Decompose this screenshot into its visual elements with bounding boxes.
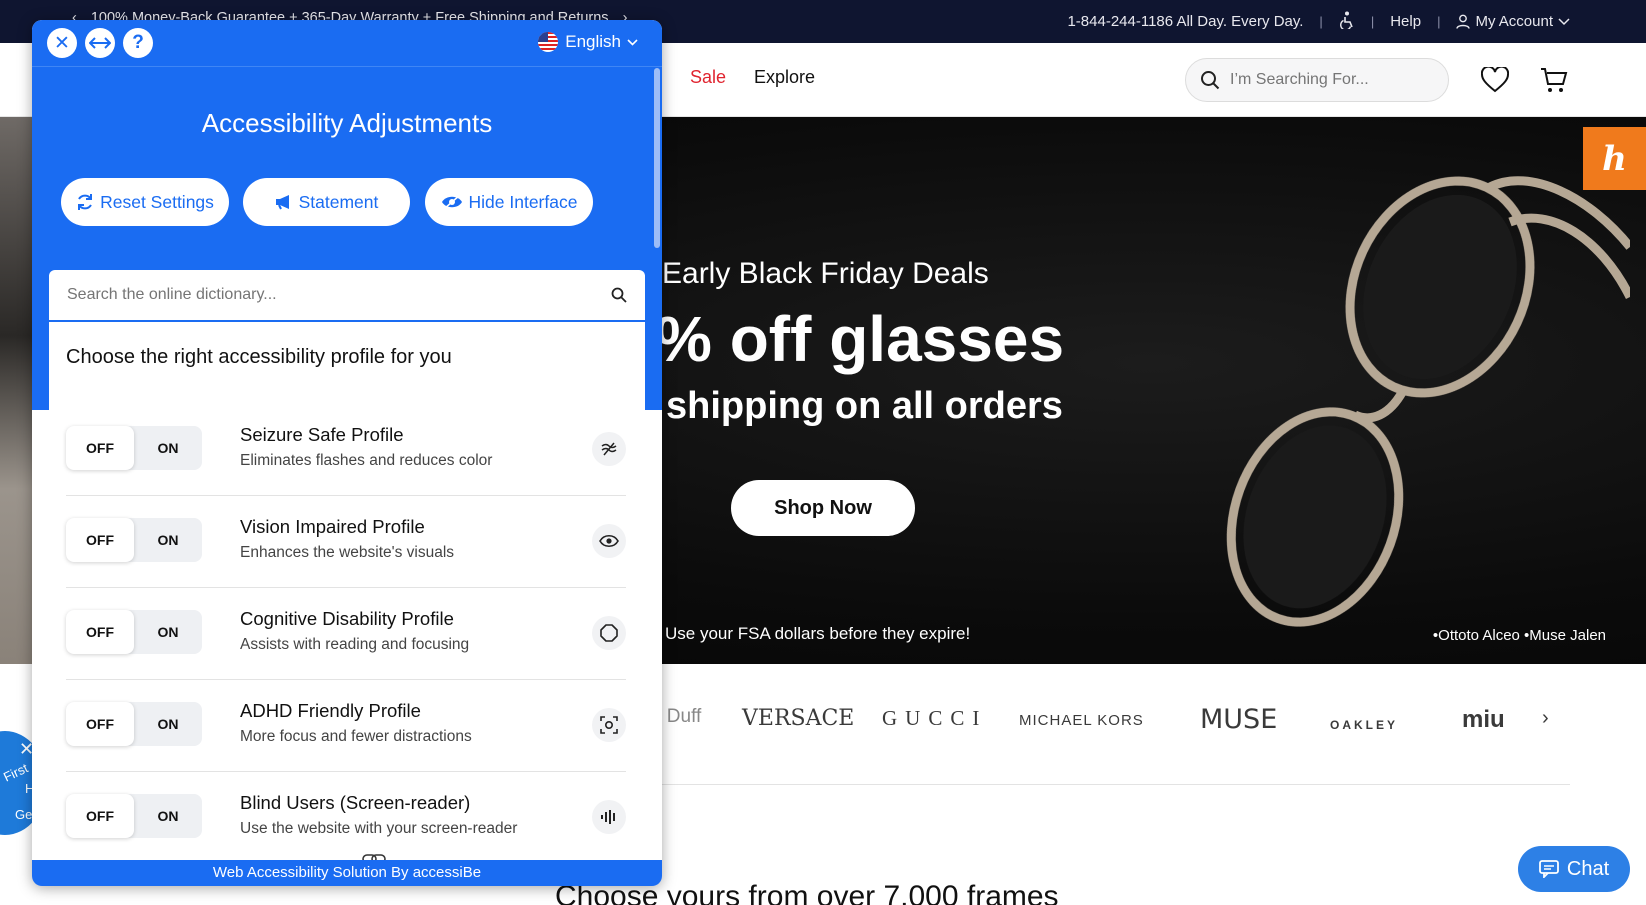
profile-name: Blind Users (Screen-reader)	[240, 792, 471, 813]
hide-interface-button[interactable]: Hide Interface	[425, 178, 593, 226]
refresh-icon	[78, 194, 93, 210]
phone-number[interactable]: 1-844-244-1186 All Day. Every Day.	[1067, 13, 1303, 30]
accessibility-toolbar: ✕ ? English	[32, 20, 662, 67]
megaphone-icon	[275, 195, 289, 210]
nav-explore-link[interactable]: Explore	[754, 67, 815, 88]
separator: |	[1437, 14, 1441, 29]
chevron-down-icon	[627, 38, 638, 46]
profile-name: Cognitive Disability Profile	[240, 608, 454, 629]
profile-description: Use the website with your screen-reader	[240, 820, 518, 837]
fsa-note: Use your FSA dollars before they expire!	[665, 624, 971, 643]
toggle-on[interactable]: ON	[134, 702, 202, 746]
cart-icon[interactable]	[1539, 65, 1569, 95]
statement-label: Statement	[298, 191, 379, 212]
profile-description: Assists with reading and focusing	[240, 636, 470, 653]
accessibility-footer-link[interactable]: Web Accessibility Solution By accessiBe	[32, 860, 662, 886]
chat-bubble-icon	[1538, 860, 1559, 878]
language-selector[interactable]: English	[537, 31, 638, 53]
profile-toggle[interactable]: OFF ON	[66, 518, 202, 562]
toggle-off[interactable]: OFF	[66, 702, 134, 746]
language-label: English	[565, 32, 621, 51]
toggle-on[interactable]: ON	[134, 610, 202, 654]
hide-interface-label: Hide Interface	[468, 191, 578, 212]
separator: |	[1319, 14, 1323, 29]
profile-name: Seizure Safe Profile	[240, 424, 404, 445]
toggle-off[interactable]: OFF	[66, 794, 134, 838]
nav-sale-link[interactable]: Sale	[690, 67, 726, 88]
bolt-icon	[592, 432, 626, 466]
toggle-off[interactable]: OFF	[66, 518, 134, 562]
brands-carousel: y Duff VERSACE GUCCI MICHAEL KORS MUSE O…	[640, 690, 1570, 750]
toggle-on[interactable]: ON	[134, 794, 202, 838]
panel-title: Accessibility Adjustments	[201, 108, 493, 138]
profile-description: Eliminates flashes and reduces color	[240, 452, 493, 469]
brand-logo[interactable]: GUCCI	[882, 706, 987, 731]
help-icon[interactable]: ?	[123, 28, 153, 58]
dictionary-search-input[interactable]	[67, 286, 611, 304]
hero-subtitle: shipping on all orders	[666, 385, 1063, 427]
toggle-on[interactable]: ON	[134, 426, 202, 470]
my-account-label: My Account	[1475, 13, 1553, 30]
reset-settings-label: Reset Settings	[100, 191, 214, 212]
honey-extension-icon[interactable]: h	[1583, 127, 1646, 190]
brand-logo[interactable]: miu	[1462, 706, 1505, 734]
statement-button[interactable]: Statement	[243, 178, 410, 226]
site-search-box[interactable]	[1185, 58, 1449, 102]
toggle-off[interactable]: OFF	[66, 426, 134, 470]
hero-pretitle: Early Black Friday Deals	[662, 257, 989, 290]
badge-text: Ge	[15, 807, 33, 822]
profile-toggle[interactable]: OFF ON	[66, 610, 202, 654]
brand-logo[interactable]: OAKLEY	[1330, 718, 1398, 732]
focus-icon	[592, 708, 626, 742]
shop-now-button[interactable]: Shop Now	[731, 480, 915, 536]
audio-icon	[592, 800, 626, 834]
dictionary-search[interactable]	[49, 270, 645, 322]
brand-logo[interactable]: VERSACE	[742, 706, 854, 731]
chevron-down-icon	[1558, 17, 1570, 25]
us-flag-icon	[538, 32, 559, 52]
site-search-input[interactable]	[1230, 71, 1430, 89]
toggle-on[interactable]: ON	[134, 518, 202, 562]
my-account-menu[interactable]: My Account	[1456, 13, 1570, 30]
move-panel-icon[interactable]	[85, 28, 115, 58]
profile-toggle[interactable]: OFF ON	[66, 702, 202, 746]
accessibility-icon[interactable]	[1339, 11, 1355, 33]
profile-row-adhd: OFF ON ADHD Friendly Profile More focus …	[66, 680, 626, 772]
brand-logo[interactable]: MUSE	[1200, 704, 1277, 735]
brain-icon	[592, 616, 626, 650]
search-icon	[1201, 71, 1220, 90]
chat-label: Chat	[1566, 857, 1610, 880]
brands-next-icon[interactable]: ›	[1542, 707, 1549, 730]
brand-logo[interactable]: MICHAEL KORS	[1019, 712, 1144, 729]
reset-settings-button[interactable]: Reset Settings	[61, 178, 229, 226]
profile-row-blind-users: OFF ON Blind Users (Screen-reader) Use t…	[66, 772, 626, 864]
profile-row-cognitive: OFF ON Cognitive Disability Profile Assi…	[66, 588, 626, 680]
profile-name: ADHD Friendly Profile	[240, 700, 421, 721]
chat-button[interactable]: Chat	[1518, 846, 1630, 892]
panel-scrollbar[interactable]	[654, 68, 660, 248]
eye-icon	[592, 524, 626, 558]
help-link[interactable]: Help	[1390, 13, 1421, 30]
close-icon[interactable]: ✕	[47, 28, 77, 58]
divider	[640, 784, 1570, 785]
profiles-heading: Choose the right accessibility profile f…	[66, 346, 452, 368]
profile-row-seizure-safe: OFF ON Seizure Safe Profile Eliminates f…	[66, 404, 626, 496]
wishlist-heart-icon[interactable]	[1480, 65, 1510, 95]
profile-row-vision-impaired: OFF ON Vision Impaired Profile Enhances …	[66, 496, 626, 588]
profile-toggle[interactable]: OFF ON	[66, 794, 202, 838]
sunglasses-image	[1226, 176, 1630, 627]
profile-description: Enhances the website's visuals	[240, 544, 455, 561]
profile-name: Vision Impaired Profile	[240, 516, 425, 537]
profile-toggle[interactable]: OFF ON	[66, 426, 202, 470]
search-icon[interactable]	[611, 287, 627, 303]
eye-slash-icon	[441, 194, 462, 210]
hero-title: % off glasses	[655, 303, 1065, 375]
profile-description: More focus and fewer distractions	[240, 728, 472, 745]
accessibility-panel: ✕ ? English Accessibility Adjustments Re…	[32, 20, 662, 886]
separator: |	[1370, 14, 1375, 29]
user-icon	[1456, 14, 1471, 29]
toggle-off[interactable]: OFF	[66, 610, 134, 654]
